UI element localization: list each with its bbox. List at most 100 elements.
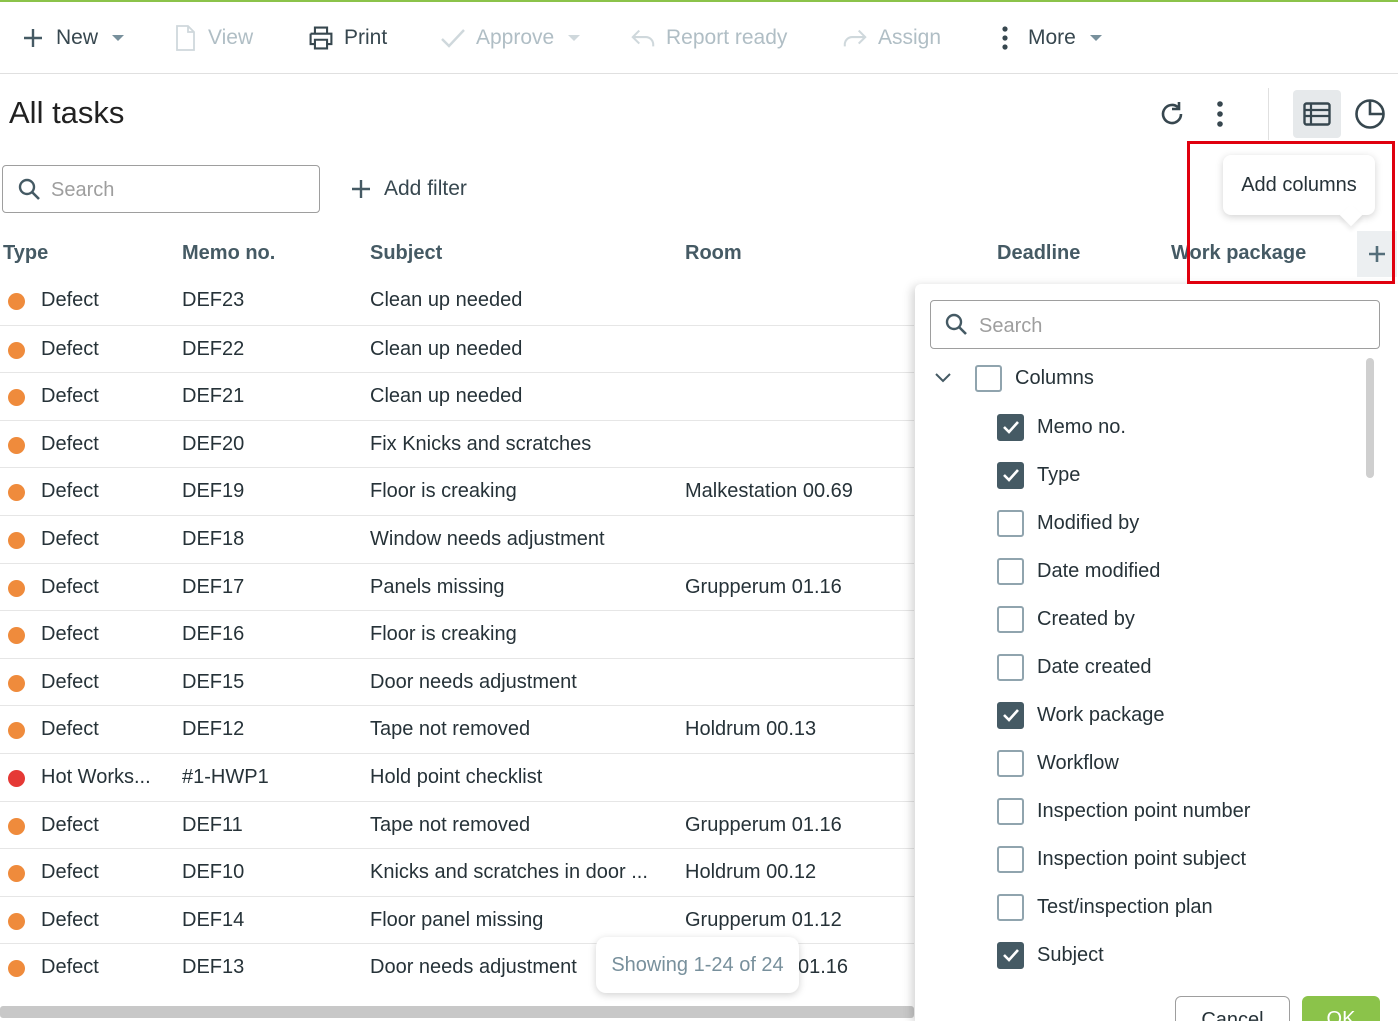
cell-room: Malkestation 00.69 bbox=[685, 480, 853, 503]
chevron-down-icon bbox=[568, 35, 581, 41]
table-row[interactable]: Defect DEF12 Tape not removed Holdrum 00.13 bbox=[0, 705, 914, 753]
table-row[interactable]: Defect DEF17 Panels missing Grupperum 01.16 bbox=[0, 562, 914, 611]
cell-room: Holdrum 00.13 bbox=[685, 718, 817, 741]
column-option[interactable]: Inspection point subject bbox=[997, 843, 1246, 875]
column-header-deadline[interactable]: Deadline bbox=[997, 242, 1080, 265]
printer-icon bbox=[308, 25, 334, 51]
column-option-checkbox[interactable] bbox=[997, 797, 1024, 825]
print-button[interactable]: Print bbox=[308, 22, 387, 54]
search-icon bbox=[944, 312, 968, 341]
column-option[interactable]: Work package bbox=[997, 699, 1164, 731]
table-row[interactable]: Defect DEF23 Clean up needed bbox=[0, 277, 914, 325]
table-row[interactable]: Defect DEF16 Floor is creaking bbox=[0, 610, 914, 658]
scrollbar-thumb[interactable] bbox=[1366, 358, 1374, 478]
chevron-down-icon[interactable] bbox=[935, 373, 955, 383]
cell-subject: Knicks and scratches in door ... bbox=[370, 861, 648, 884]
horizontal-scrollbar[interactable] bbox=[0, 1006, 914, 1018]
checkmark-icon bbox=[440, 25, 466, 51]
table-row[interactable]: Defect DEF22 Clean up needed bbox=[0, 324, 914, 373]
add-filter-button[interactable]: Add filter bbox=[350, 174, 467, 204]
list-view-button[interactable] bbox=[1293, 90, 1341, 138]
table-row[interactable]: Defect DEF15 Door needs adjustment bbox=[0, 657, 914, 706]
cell-type: Defect bbox=[41, 289, 99, 311]
header-divider bbox=[1268, 88, 1269, 140]
table-row[interactable]: Defect DEF10 Knicks and scratches in door … bbox=[0, 848, 914, 896]
columns-group[interactable]: Columns bbox=[935, 362, 1094, 394]
cell-subject: Floor is creaking bbox=[370, 480, 517, 503]
cell-subject: Door needs adjustment bbox=[370, 670, 577, 693]
add-columns-tooltip: Add columns bbox=[1223, 155, 1375, 215]
column-option[interactable]: Modified by bbox=[997, 507, 1139, 539]
column-option-checkbox[interactable] bbox=[997, 701, 1024, 729]
report-ready-button[interactable]: Report ready bbox=[630, 22, 787, 54]
table-row[interactable]: Defect DEF19 Floor is creaking Malkestation… bbox=[0, 467, 914, 515]
column-option[interactable]: Date modified bbox=[997, 555, 1160, 587]
column-option[interactable]: Date created bbox=[997, 651, 1152, 683]
cancel-button[interactable]: Cancel bbox=[1175, 996, 1290, 1021]
assign-button[interactable]: Assign bbox=[842, 22, 941, 54]
column-option-checkbox[interactable] bbox=[997, 845, 1024, 873]
cell-type: Defect bbox=[41, 670, 99, 693]
table-row[interactable]: Defect DEF11 Tape not removed Grupperum 01.… bbox=[0, 800, 914, 849]
table-row[interactable]: Defect DEF21 Clean up needed bbox=[0, 372, 914, 420]
view-button[interactable]: View bbox=[172, 22, 253, 54]
chart-view-icon[interactable] bbox=[1350, 94, 1390, 134]
column-header-work-package[interactable]: Work package bbox=[1171, 242, 1306, 265]
status-dot bbox=[8, 674, 25, 692]
more-options-icon[interactable] bbox=[1208, 98, 1232, 130]
column-option-checkbox[interactable] bbox=[997, 653, 1024, 681]
search-input[interactable] bbox=[51, 176, 311, 204]
column-option-checkbox[interactable] bbox=[997, 893, 1024, 921]
approve-label: Approve bbox=[476, 26, 555, 49]
column-header-memo[interactable]: Memo no. bbox=[182, 242, 275, 265]
column-option-checkbox[interactable] bbox=[997, 941, 1024, 969]
cell-memo: DEF15 bbox=[182, 670, 245, 693]
cell-type: Defect bbox=[41, 623, 99, 646]
column-option-checkbox[interactable] bbox=[997, 557, 1024, 585]
vertical-scrollbar[interactable] bbox=[1362, 356, 1376, 986]
column-option-checkbox[interactable] bbox=[997, 413, 1024, 441]
column-option[interactable]: Memo no. bbox=[997, 411, 1126, 443]
column-option[interactable]: Inspection point number bbox=[997, 795, 1250, 827]
cell-type: Defect bbox=[41, 575, 99, 598]
plus-icon bbox=[20, 25, 46, 51]
table-row[interactable]: Defect DEF18 Window needs adjustment bbox=[0, 514, 914, 563]
column-option-checkbox[interactable] bbox=[997, 605, 1024, 633]
column-header-subject[interactable]: Subject bbox=[370, 242, 442, 265]
ok-button[interactable]: OK bbox=[1302, 996, 1380, 1021]
cell-room: Grupperum 01.16 bbox=[685, 813, 842, 836]
cell-memo: DEF19 bbox=[182, 480, 245, 503]
refresh-icon[interactable] bbox=[1156, 98, 1188, 130]
column-header-type[interactable]: Type bbox=[3, 242, 48, 265]
status-dot bbox=[8, 389, 25, 407]
forward-arrow-icon bbox=[842, 25, 868, 51]
cell-type: Defect bbox=[41, 385, 99, 408]
cell-subject: Fix Knicks and scratches bbox=[370, 432, 592, 455]
column-search-input[interactable] bbox=[979, 312, 1359, 340]
table-row[interactable]: Hot Works... #1-HWP1 Hold point checklist bbox=[0, 752, 914, 801]
add-column-button[interactable] bbox=[1357, 231, 1397, 277]
cell-memo: DEF18 bbox=[182, 527, 245, 550]
column-option[interactable]: Test/inspection plan bbox=[997, 891, 1213, 923]
cell-type: Defect bbox=[41, 432, 99, 455]
columns-group-label: Columns bbox=[1015, 366, 1094, 389]
column-option[interactable]: Subject bbox=[997, 939, 1104, 971]
column-option-label: Type bbox=[1037, 463, 1081, 486]
column-option-checkbox[interactable] bbox=[997, 509, 1024, 537]
approve-button[interactable]: Approve bbox=[440, 22, 581, 54]
cell-type: Defect bbox=[41, 337, 99, 360]
column-header-room[interactable]: Room bbox=[685, 242, 742, 265]
more-button[interactable]: More bbox=[992, 22, 1102, 54]
cell-memo: DEF16 bbox=[182, 623, 245, 646]
new-button[interactable]: New bbox=[20, 22, 125, 54]
search-icon bbox=[17, 177, 41, 206]
column-option-checkbox[interactable] bbox=[997, 461, 1024, 489]
column-option[interactable]: Created by bbox=[997, 603, 1135, 635]
column-option[interactable]: Workflow bbox=[997, 747, 1119, 779]
table-row[interactable]: Defect DEF20 Fix Knicks and scratches bbox=[0, 419, 914, 468]
columns-group-checkbox[interactable] bbox=[975, 364, 1002, 392]
status-dot bbox=[8, 531, 25, 549]
toolbar: New View Print Approve Report ready Assi… bbox=[0, 0, 1398, 74]
column-option-checkbox[interactable] bbox=[997, 749, 1024, 777]
column-option[interactable]: Type bbox=[997, 459, 1080, 491]
